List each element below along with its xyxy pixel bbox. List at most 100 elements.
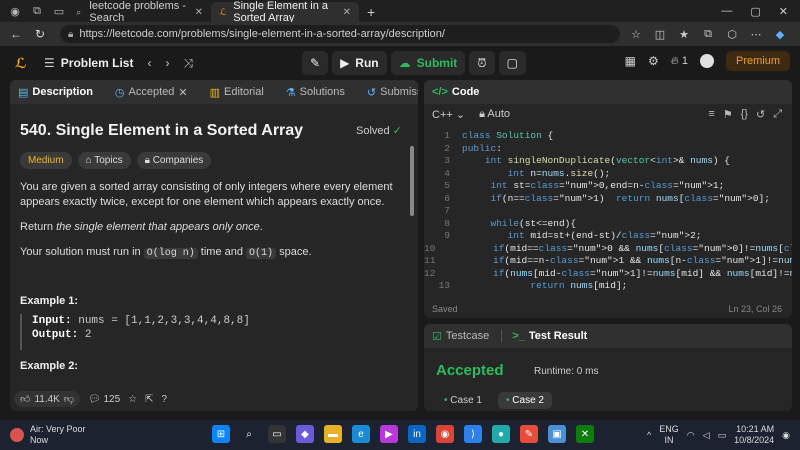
clock[interactable]: 10:21 AM 10/8/2024 <box>734 424 774 446</box>
tab-actions-icon[interactable]: ▭ <box>52 4 66 18</box>
companies-tag[interactable]: 🔒︎ Companies <box>136 152 212 169</box>
help-icon[interactable]: ? <box>162 394 168 405</box>
code-line[interactable]: 8 while(st<=end){ <box>424 218 792 231</box>
chevron-up-icon[interactable]: ^ <box>647 430 651 440</box>
tab-editorial[interactable]: ▥ Editorial <box>210 86 264 99</box>
streak[interactable]: 🔥︎ 1 <box>671 55 688 68</box>
code-editor[interactable]: 1 class Solution {2 public: 3 int singleNon… <box>424 130 792 296</box>
problem-list-link[interactable]: Problem List <box>61 56 134 70</box>
copilot-icon[interactable]: ◆ <box>772 26 788 42</box>
star-icon[interactable]: ☆ <box>628 26 644 42</box>
tab-solutions[interactable]: ⚗ Solutions <box>286 86 345 99</box>
favorites-icon[interactable]: ★ <box>676 26 692 42</box>
braces-icon[interactable]: {} <box>741 108 748 121</box>
timer-button[interactable]: ⏰︎ <box>469 51 495 75</box>
vscode-icon[interactable]: ⟩ <box>464 425 482 443</box>
refresh-icon[interactable]: ↻ <box>32 26 48 42</box>
thumbs-down-icon[interactable]: 👎︎ <box>64 393 74 405</box>
close-icon[interactable]: ✕ <box>343 7 351 18</box>
favorite-icon[interactable]: ☆ <box>128 394 137 405</box>
language-select[interactable]: C++ ⌄ <box>432 108 465 121</box>
weather-widget[interactable]: Air: Very Poor Now <box>10 424 86 446</box>
code-line[interactable]: 5 int st=class="num">0,end=n-class="num"… <box>424 180 792 193</box>
code-line[interactable]: 11 if(mid==n-class="num">1 && nums[n-cla… <box>424 255 792 268</box>
share-icon[interactable]: ⇱ <box>145 394 153 405</box>
maximize-icon[interactable]: ▢ <box>750 5 760 18</box>
run-button[interactable]: ▶ Run <box>332 51 387 75</box>
scrollbar[interactable] <box>410 146 414 216</box>
more-icon[interactable]: ⋯ <box>748 26 764 42</box>
code-line[interactable]: 9 int mid=st+(end-st)/class="num">2; <box>424 230 792 243</box>
avatar[interactable] <box>699 54 714 68</box>
comments-button[interactable]: 💬︎ 125 <box>88 394 120 405</box>
code-line[interactable]: 2 public: <box>424 143 792 156</box>
close-icon[interactable]: ✕ <box>178 86 187 99</box>
notes-button[interactable]: ▢ <box>498 51 527 75</box>
code-line[interactable]: 10 if(mid==class="num">0 && nums[class="… <box>424 243 792 256</box>
browser-tab-leetcode[interactable]: ℒ Single Element in a Sorted Array ✕ <box>211 0 359 24</box>
case-2-tab[interactable]: • Case 2 <box>497 392 552 409</box>
task-view-icon[interactable]: ▭ <box>268 425 286 443</box>
notification-icon[interactable]: ◉ <box>782 430 790 441</box>
wifi-icon[interactable]: ◠ <box>687 430 695 441</box>
settings-icon[interactable]: ⚙ <box>648 54 659 68</box>
split-screen-icon[interactable]: ◫ <box>652 26 668 42</box>
linkedin-icon[interactable]: in <box>408 425 426 443</box>
layout-icon[interactable]: ▦ <box>625 54 636 68</box>
leetcode-logo-icon[interactable]: ℒ <box>12 54 30 72</box>
shuffle-icon[interactable]: ⤨ <box>183 56 193 71</box>
extensions-icon[interactable]: ⬡ <box>724 26 740 42</box>
code-line[interactable]: 6 if(n==class="num">1) return nums[class… <box>424 193 792 206</box>
case-1-tab[interactable]: • Case 1 <box>436 392 490 409</box>
new-tab-button[interactable]: + <box>359 2 383 22</box>
debug-button[interactable]: ✎ <box>302 51 329 75</box>
media-player-icon[interactable]: ▶ <box>380 425 398 443</box>
next-problem-icon[interactable]: › <box>165 56 169 70</box>
premium-button[interactable]: Premium <box>725 51 790 71</box>
volume-icon[interactable]: ◁ <box>703 430 710 441</box>
close-icon[interactable]: ✕ <box>195 7 203 18</box>
browser-tab-search[interactable]: ⌕ leetcode problems - Search ✕ <box>66 0 211 24</box>
reset-icon[interactable]: ↺ <box>756 108 765 121</box>
format-icon[interactable]: ≡ <box>708 108 714 121</box>
search-icon[interactable]: ⌕ <box>240 425 258 443</box>
code-line[interactable]: 7 <box>424 205 792 218</box>
code-line[interactable]: 4 int n=nums.size(); <box>424 168 792 181</box>
edge-active-icon[interactable]: ● <box>492 425 510 443</box>
minimize-icon[interactable]: — <box>721 5 732 18</box>
battery-icon[interactable]: ▭ <box>718 430 727 441</box>
xbox-icon[interactable]: ✕ <box>576 425 594 443</box>
file-explorer-icon[interactable]: ▬ <box>324 425 342 443</box>
expand-icon[interactable]: ⤢ <box>773 108 782 121</box>
code-line[interactable]: 3 int singleNonDuplicate(vector<int>& nu… <box>424 155 792 168</box>
auto-mode-toggle[interactable]: 🔒︎ Auto <box>479 108 510 121</box>
prev-problem-icon[interactable]: ‹ <box>147 56 151 70</box>
tab-description[interactable]: ▤ Description <box>18 86 93 99</box>
topics-tag[interactable]: ⌂ Topics <box>77 152 131 169</box>
media-icon[interactable]: ✎ <box>520 425 538 443</box>
collections-icon[interactable]: ⧉ <box>700 26 716 42</box>
chrome-icon[interactable]: ◉ <box>436 425 454 443</box>
url-input[interactable]: 🔒︎ https://leetcode.com/problems/single-… <box>60 25 620 43</box>
edge-icon[interactable]: e <box>352 425 370 443</box>
difficulty-badge[interactable]: Medium <box>20 152 72 169</box>
tab-submissions[interactable]: ↺Submissions <box>367 86 418 99</box>
photos-icon[interactable]: ▣ <box>548 425 566 443</box>
copilot-icon[interactable]: ◆ <box>296 425 314 443</box>
window-close-icon[interactable]: ✕ <box>779 5 788 18</box>
back-icon[interactable]: ← <box>8 26 24 42</box>
tab-code[interactable]: </> Code <box>432 86 479 98</box>
collections-icon[interactable]: ⧉ <box>30 4 44 18</box>
tab-accepted[interactable]: ◷ Accepted ✕ <box>115 86 188 99</box>
bookmark-icon[interactable]: ⚑ <box>723 108 733 121</box>
like-button[interactable]: 👍︎ 11.4K 👎︎ <box>14 391 80 407</box>
code-line[interactable]: 12 if(nums[mid-class="num">1]!=nums[mid]… <box>424 268 792 281</box>
code-line[interactable]: 13 return nums[mid]; <box>424 280 792 293</box>
language-indicator[interactable]: ENG IN <box>659 424 679 446</box>
submit-button[interactable]: ☁ Submit <box>390 51 466 75</box>
tab-test-result[interactable]: >_ Test Result <box>512 330 587 342</box>
profile-icon[interactable]: ◉ <box>8 4 22 18</box>
tab-testcase[interactable]: ☑ Testcase <box>432 330 489 343</box>
code-line[interactable]: 1 class Solution { <box>424 130 792 143</box>
windows-start-icon[interactable]: ⊞ <box>212 425 230 443</box>
